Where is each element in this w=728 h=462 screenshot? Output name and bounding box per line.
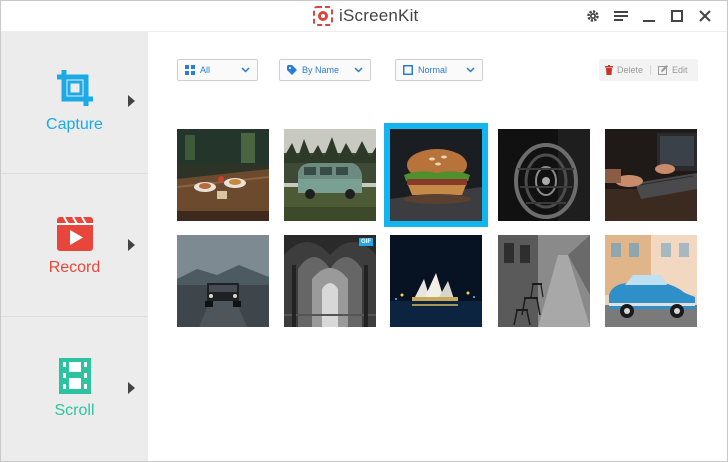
- gallery-thumbnail[interactable]: [284, 129, 376, 221]
- menu-icon[interactable]: [613, 8, 629, 24]
- sidebar-item-label: Capture: [46, 116, 103, 133]
- window-controls: [585, 8, 713, 24]
- tag-icon: [287, 65, 297, 75]
- chevron-down-icon: [241, 67, 250, 73]
- close-icon[interactable]: [697, 8, 713, 24]
- sidebar-item-record[interactable]: Record: [1, 175, 148, 317]
- gallery-thumbnail[interactable]: [177, 129, 269, 221]
- view-dropdown-label: Normal: [418, 65, 448, 75]
- gallery-thumbnail[interactable]: [605, 235, 697, 327]
- media-type-badge: GIF: [359, 238, 373, 246]
- opera-house-night-photo: [390, 235, 482, 327]
- square-icon: [403, 65, 413, 75]
- gallery-thumbnail[interactable]: [498, 235, 590, 327]
- cathedral-arches-photo: [284, 235, 376, 327]
- edit-button-label: Edit: [672, 65, 688, 75]
- delete-button[interactable]: Delete: [605, 65, 643, 75]
- dark-jeep-photo: [177, 235, 269, 327]
- scroll-film-icon: [59, 358, 91, 394]
- gallery-thumbnail[interactable]: [390, 235, 482, 327]
- app-title: iScreenKit: [313, 6, 418, 26]
- chevron-right-icon: [128, 239, 135, 251]
- sidebar-item-scroll[interactable]: Scroll: [1, 318, 148, 460]
- gallery-thumbnail[interactable]: [605, 129, 697, 221]
- app-name: iScreenKit: [339, 6, 419, 25]
- title-bar: iScreenKit: [1, 1, 727, 32]
- sidebar-item-capture[interactable]: Capture: [1, 32, 148, 174]
- app-window: iScreenKit Capture Record Scroll All By …: [0, 0, 728, 462]
- burger-photo: [390, 129, 482, 221]
- settings-gear-icon[interactable]: [585, 8, 601, 24]
- crop-icon: [57, 70, 93, 106]
- chevron-down-icon: [354, 67, 363, 73]
- delete-button-label: Delete: [617, 65, 644, 75]
- trash-icon: [605, 65, 613, 75]
- filter-dropdown[interactable]: All: [177, 59, 258, 81]
- edit-button[interactable]: Edit: [658, 65, 688, 75]
- chevron-down-icon: [466, 67, 475, 73]
- sidebar-item-label: Record: [48, 259, 101, 276]
- video-record-icon: [57, 216, 93, 251]
- minimize-icon[interactable]: [641, 8, 657, 24]
- sidebar-item-label: Scroll: [54, 402, 95, 419]
- sort-dropdown-label: By Name: [302, 65, 340, 75]
- app-logo-icon: [313, 6, 333, 26]
- cobblestone-street-photo: [498, 235, 590, 327]
- maximize-icon[interactable]: [669, 8, 685, 24]
- gallery-thumbnail[interactable]: GIF: [284, 235, 376, 327]
- grid-icon: [185, 65, 195, 75]
- action-bar: Delete Edit: [599, 59, 698, 81]
- sidebar: Capture Record Scroll: [1, 32, 148, 461]
- chevron-right-icon: [128, 382, 135, 394]
- blue-vintage-car-photo: [605, 235, 697, 327]
- chevron-right-icon: [128, 95, 135, 107]
- restaurant-table-photo: [177, 129, 269, 221]
- filter-dropdown-label: All: [200, 65, 211, 75]
- divider: [650, 65, 652, 75]
- green-van-photo: [284, 129, 376, 221]
- sort-dropdown[interactable]: By Name: [279, 59, 371, 81]
- gallery-thumbnail[interactable]: [498, 129, 590, 221]
- gallery-thumbnail[interactable]: [177, 235, 269, 327]
- spiral-staircase-photo: [498, 129, 590, 221]
- gallery-thumbnail-selected[interactable]: [384, 123, 488, 227]
- main-content: All By Name Normal Delete Edit GIF: [148, 32, 727, 461]
- laptop-hands-photo: [605, 129, 697, 221]
- edit-icon: [658, 65, 669, 75]
- view-dropdown[interactable]: Normal: [395, 59, 483, 81]
